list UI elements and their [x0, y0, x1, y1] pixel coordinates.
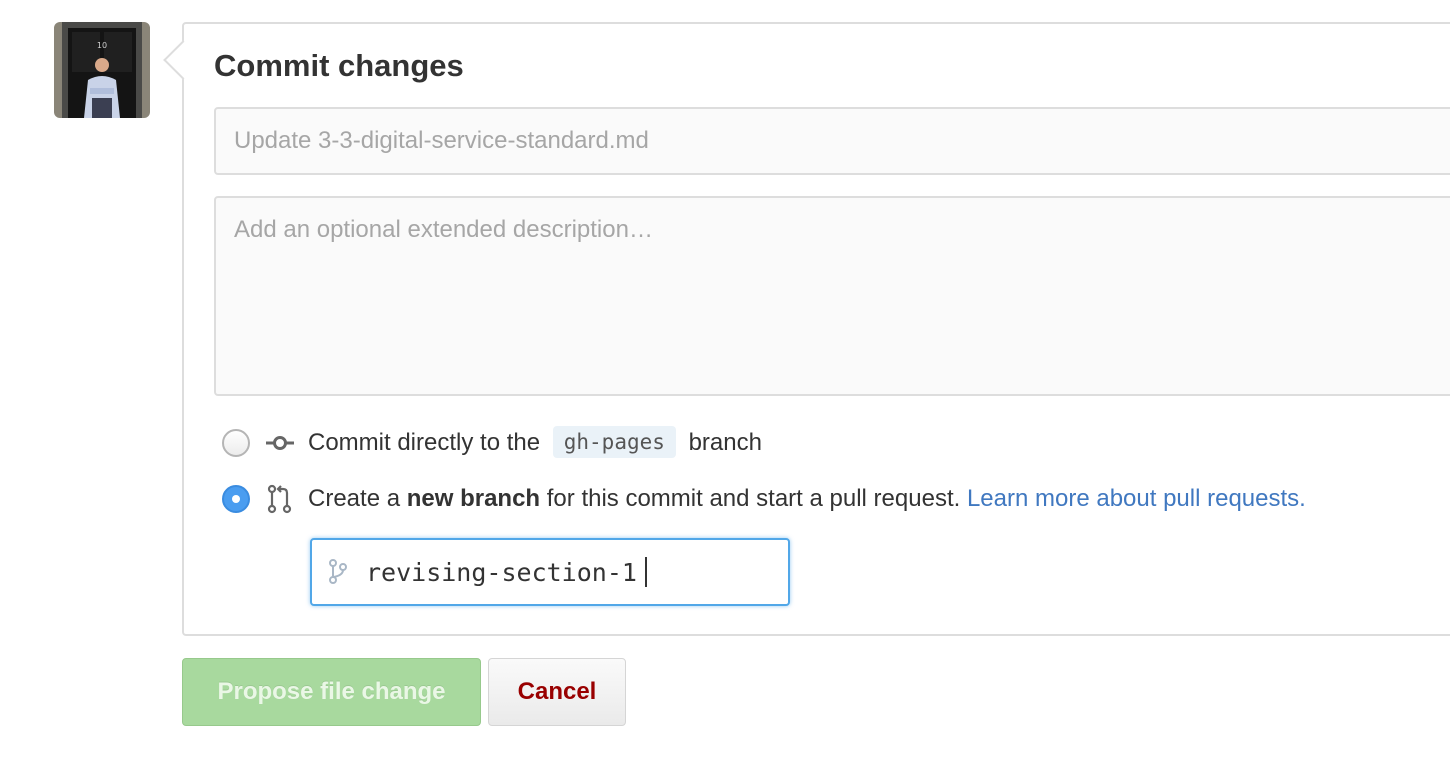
commit-directly-suffix: branch: [688, 429, 762, 456]
option-commit-directly[interactable]: Commit directly to the gh-pages branch: [220, 425, 762, 461]
current-branch-name: gh-pages: [552, 426, 676, 458]
commit-title: Commit changes: [214, 48, 464, 83]
new-branch-bold: new branch: [406, 485, 541, 512]
text-caret: [645, 557, 647, 587]
option-new-branch[interactable]: Create a new branch for this commit and …: [220, 481, 1306, 517]
commit-summary-input[interactable]: [214, 107, 1450, 175]
radio-commit-directly[interactable]: [222, 429, 250, 457]
git-commit-icon: [264, 427, 296, 459]
commit-description-textarea[interactable]: [214, 196, 1450, 396]
propose-file-change-button[interactable]: Propose file change: [182, 658, 481, 726]
git-pull-request-icon: [264, 483, 296, 515]
new-branch-suffix: for this commit and start a pull request…: [546, 485, 961, 512]
door-number: 10: [97, 41, 107, 50]
branch-name-field[interactable]: [310, 538, 790, 606]
branch-name-input[interactable]: [366, 552, 766, 592]
learn-more-pull-requests-link[interactable]: Learn more about pull requests.: [967, 485, 1306, 512]
radio-new-branch[interactable]: [222, 485, 250, 513]
new-branch-prefix: Create a: [308, 485, 401, 512]
new-branch-label: Create a new branch for this commit and …: [308, 485, 1306, 513]
avatar[interactable]: 10: [54, 22, 150, 118]
cancel-button[interactable]: Cancel: [488, 658, 626, 726]
commit-directly-prefix: Commit directly to the: [308, 429, 541, 456]
avatar-image: 10: [54, 22, 150, 118]
git-branch-icon: [328, 556, 352, 588]
commit-directly-label: Commit directly to the gh-pages branch: [308, 426, 762, 459]
